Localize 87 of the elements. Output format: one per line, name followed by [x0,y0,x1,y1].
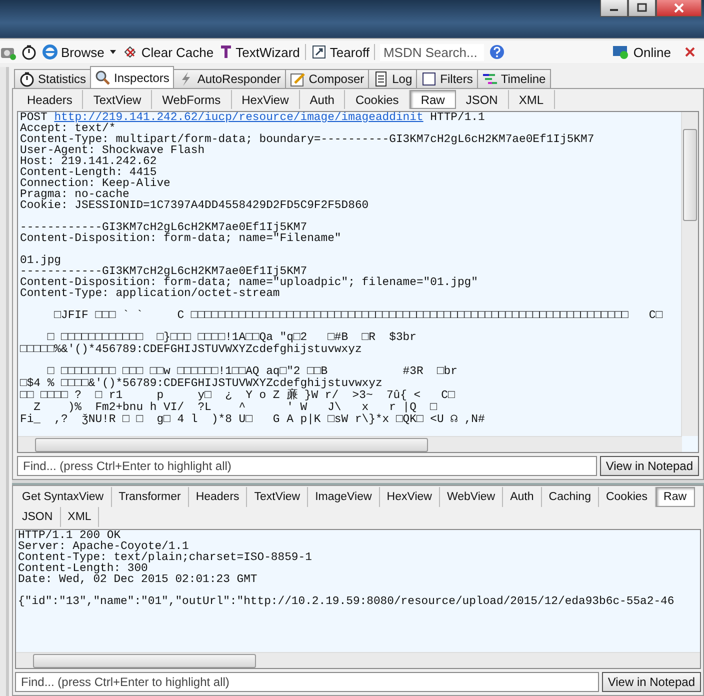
view-tab[interactable]: Auth [300,90,346,109]
search-field[interactable]: MSDN Search... [380,44,484,60]
request-text-line: Fi_ ,? ǯNU!R □ □ g□ 4 l )*8 U□ G A p|K □sW r\}*x □QK□ <U ☊ ,N# [20,414,485,426]
horizontal-scrollbar[interactable] [18,436,682,452]
request-text-line: ------------GI3KM7cH2gL6cH2KM7ae0Ef1Ij5KM7 [20,222,308,234]
view-tab[interactable]: HexView [232,90,300,109]
request-text-line: Content-Type: multipart/form-data; boundary=----------GI3KM7cH2gL6cH2KM7ae0Ef1Ij5KM7 [20,134,594,146]
response-text-line: {"id":"13","name":"01","outUrl":"http://10.2.19.59:8080/resource/upload/2015/12/eda93b6c-55a2-46 [18,596,674,608]
request-text-line: Z )% Fm2+bnu h VI/ ?L ^ ' W J\ x r |Q □ [34,402,437,414]
view-tab[interactable]: Raw [410,90,456,109]
view-tab[interactable]: Headers [17,90,84,109]
help-icon[interactable] [489,44,506,60]
inspector-tab[interactable]: AutoResponder [173,69,286,88]
response-text-line: HTTP/1.1 200 OK [18,530,121,542]
request-text-line: □JFIF □□□ ` ` C □□□□□□□□□□□□□□□□□□□□□□□□□□□□□□□□□□□□□□□□□□□□□□□□□□□□□□□□□□□□□□□□ C□ [53,310,663,322]
find-field[interactable]: Find... (press Ctrl+Enter to highlight all) [15,672,599,692]
inspector-tab[interactable]: Inspectors [90,66,174,88]
inspector-tab[interactable]: Timeline [476,69,551,88]
pencil-icon [290,71,306,87]
request-text-line: Content-Length: 4415 [20,167,157,179]
inspector-tab[interactable]: Filters [416,69,478,88]
request-text-line: ------------GI3KM7cH2gL6cH2KM7ae0Ef1Ij5KM7 [20,266,308,278]
document-icon [373,71,390,87]
view-tab[interactable]: XML [508,90,555,109]
inspector-tab[interactable]: Statistics [14,69,92,88]
text-wizard-button[interactable]: TextWizard [218,44,300,60]
stopwatch-icon [19,71,35,87]
letter-icon [218,44,233,60]
view-tab[interactable]: XML [60,507,100,527]
response-text-line: Content-Length: 300 [18,563,148,575]
view-in-notepad-button[interactable]: View in Notepad [602,672,701,692]
browse-button[interactable]: Browse [42,44,104,60]
view-tab[interactable]: JSON [456,90,509,109]
horizontal-scrollbar[interactable] [16,652,700,668]
view-tab[interactable]: Raw [656,487,695,507]
inspector-tab[interactable]: Composer [284,69,370,88]
request-method: POST [20,112,48,124]
response-text-line: Server: Apache-Coyote/1.1 [18,541,189,553]
view-tab[interactable]: TextView [83,90,152,109]
inspector-tab[interactable]: Log [368,69,418,88]
close-icon[interactable] [684,46,696,58]
http-version: HTTP/1.1 [430,112,485,124]
view-tab[interactable]: Headers [188,487,248,507]
checkbox-icon [421,71,438,87]
response-text-line: Date: Wed, 02 Dec 2015 02:01:23 GMT [18,574,258,586]
request-text-line: Accept: text/* [20,123,116,135]
view-tab[interactable]: Caching [542,487,599,507]
timeline-icon [482,71,498,87]
request-text-line: Content-Type: application/octet-stream [20,288,280,300]
view-tab[interactable]: Auth [503,487,542,507]
view-tab[interactable]: ImageView [308,487,380,507]
view-tab[interactable]: WebForms [152,90,232,109]
response-text-line: Content-Type: text/plain;charset=ISO-8859-1 [18,552,312,564]
online-button[interactable]: Online [612,44,671,60]
request-text-line: Pragma: no-cache [20,189,130,201]
stopwatch-icon[interactable] [21,44,37,60]
request-text-line: □□ □□□□ ? □ r1 p y□ ¿ Y o Z 亷 }W r/ >3~ 7û{ < C□ [20,390,455,402]
view-tab[interactable]: HexView [380,487,440,507]
view-tab[interactable]: WebView [440,487,504,507]
clear-cache-button[interactable]: Clear Cache [122,44,214,60]
request-text-line: □ □□□□□□□□ □□□ □□w □□□□□□!1□□AQ aq□"2 □□B #3R □br [46,366,458,378]
request-text-line: Host: 219.141.242.62 [20,156,157,168]
request-url-link[interactable]: http://219.141.242.62/iucp/resource/image/imageaddinit [54,112,424,124]
magnifier-icon [95,70,112,86]
request-text-line: Connection: Keep-Alive [20,178,170,190]
request-text-line: Cookie: JSESSIONID=1C7397A4DD4558429D2FD5C9F2F5D860 [20,200,369,212]
request-text-line: □□□□□%&'()*456789:CDEFGHIJSTUVWXYZcdefghijstuvwxyz [20,344,362,356]
vertical-scrollbar[interactable] [681,112,698,436]
request-text-line: Content-Disposition: form-data; name="uploadpic"; filename="01.jpg" [20,277,478,289]
minimize-button[interactable] [600,0,628,17]
view-tab[interactable]: Get SyntaxView [15,487,112,507]
request-text-line: User-Agent: Shockwave Flash [20,145,205,157]
close-button[interactable] [656,0,702,17]
view-tab[interactable]: Transformer [112,487,189,507]
globe-icon [42,44,58,60]
tearoff-button[interactable]: Tearoff [310,44,370,60]
maximize-button[interactable] [628,0,656,17]
view-tab[interactable]: JSON [15,507,61,527]
request-text-line: 01.jpg [20,255,62,267]
request-text-line: □ □□□□□□□□□□□□ □}□□□ □□□□!1A□□Qa "q□2 □#B □R $3br [47,332,416,344]
request-text-line: □$4 % □□□□&'()*56789:CDEFGHIJSTUVWXYZcdefghijstuvwxyz [20,378,382,390]
request-text-line: Content-Disposition: form-data; name="Filename" [20,233,342,245]
find-field[interactable]: Find... (press Ctrl+Enter to highlight all) [17,456,597,476]
close-icon [673,3,685,13]
view-in-notepad-button[interactable]: View in Notepad [600,456,699,476]
view-tab[interactable]: TextView [247,487,308,507]
maximize-icon [636,3,648,13]
